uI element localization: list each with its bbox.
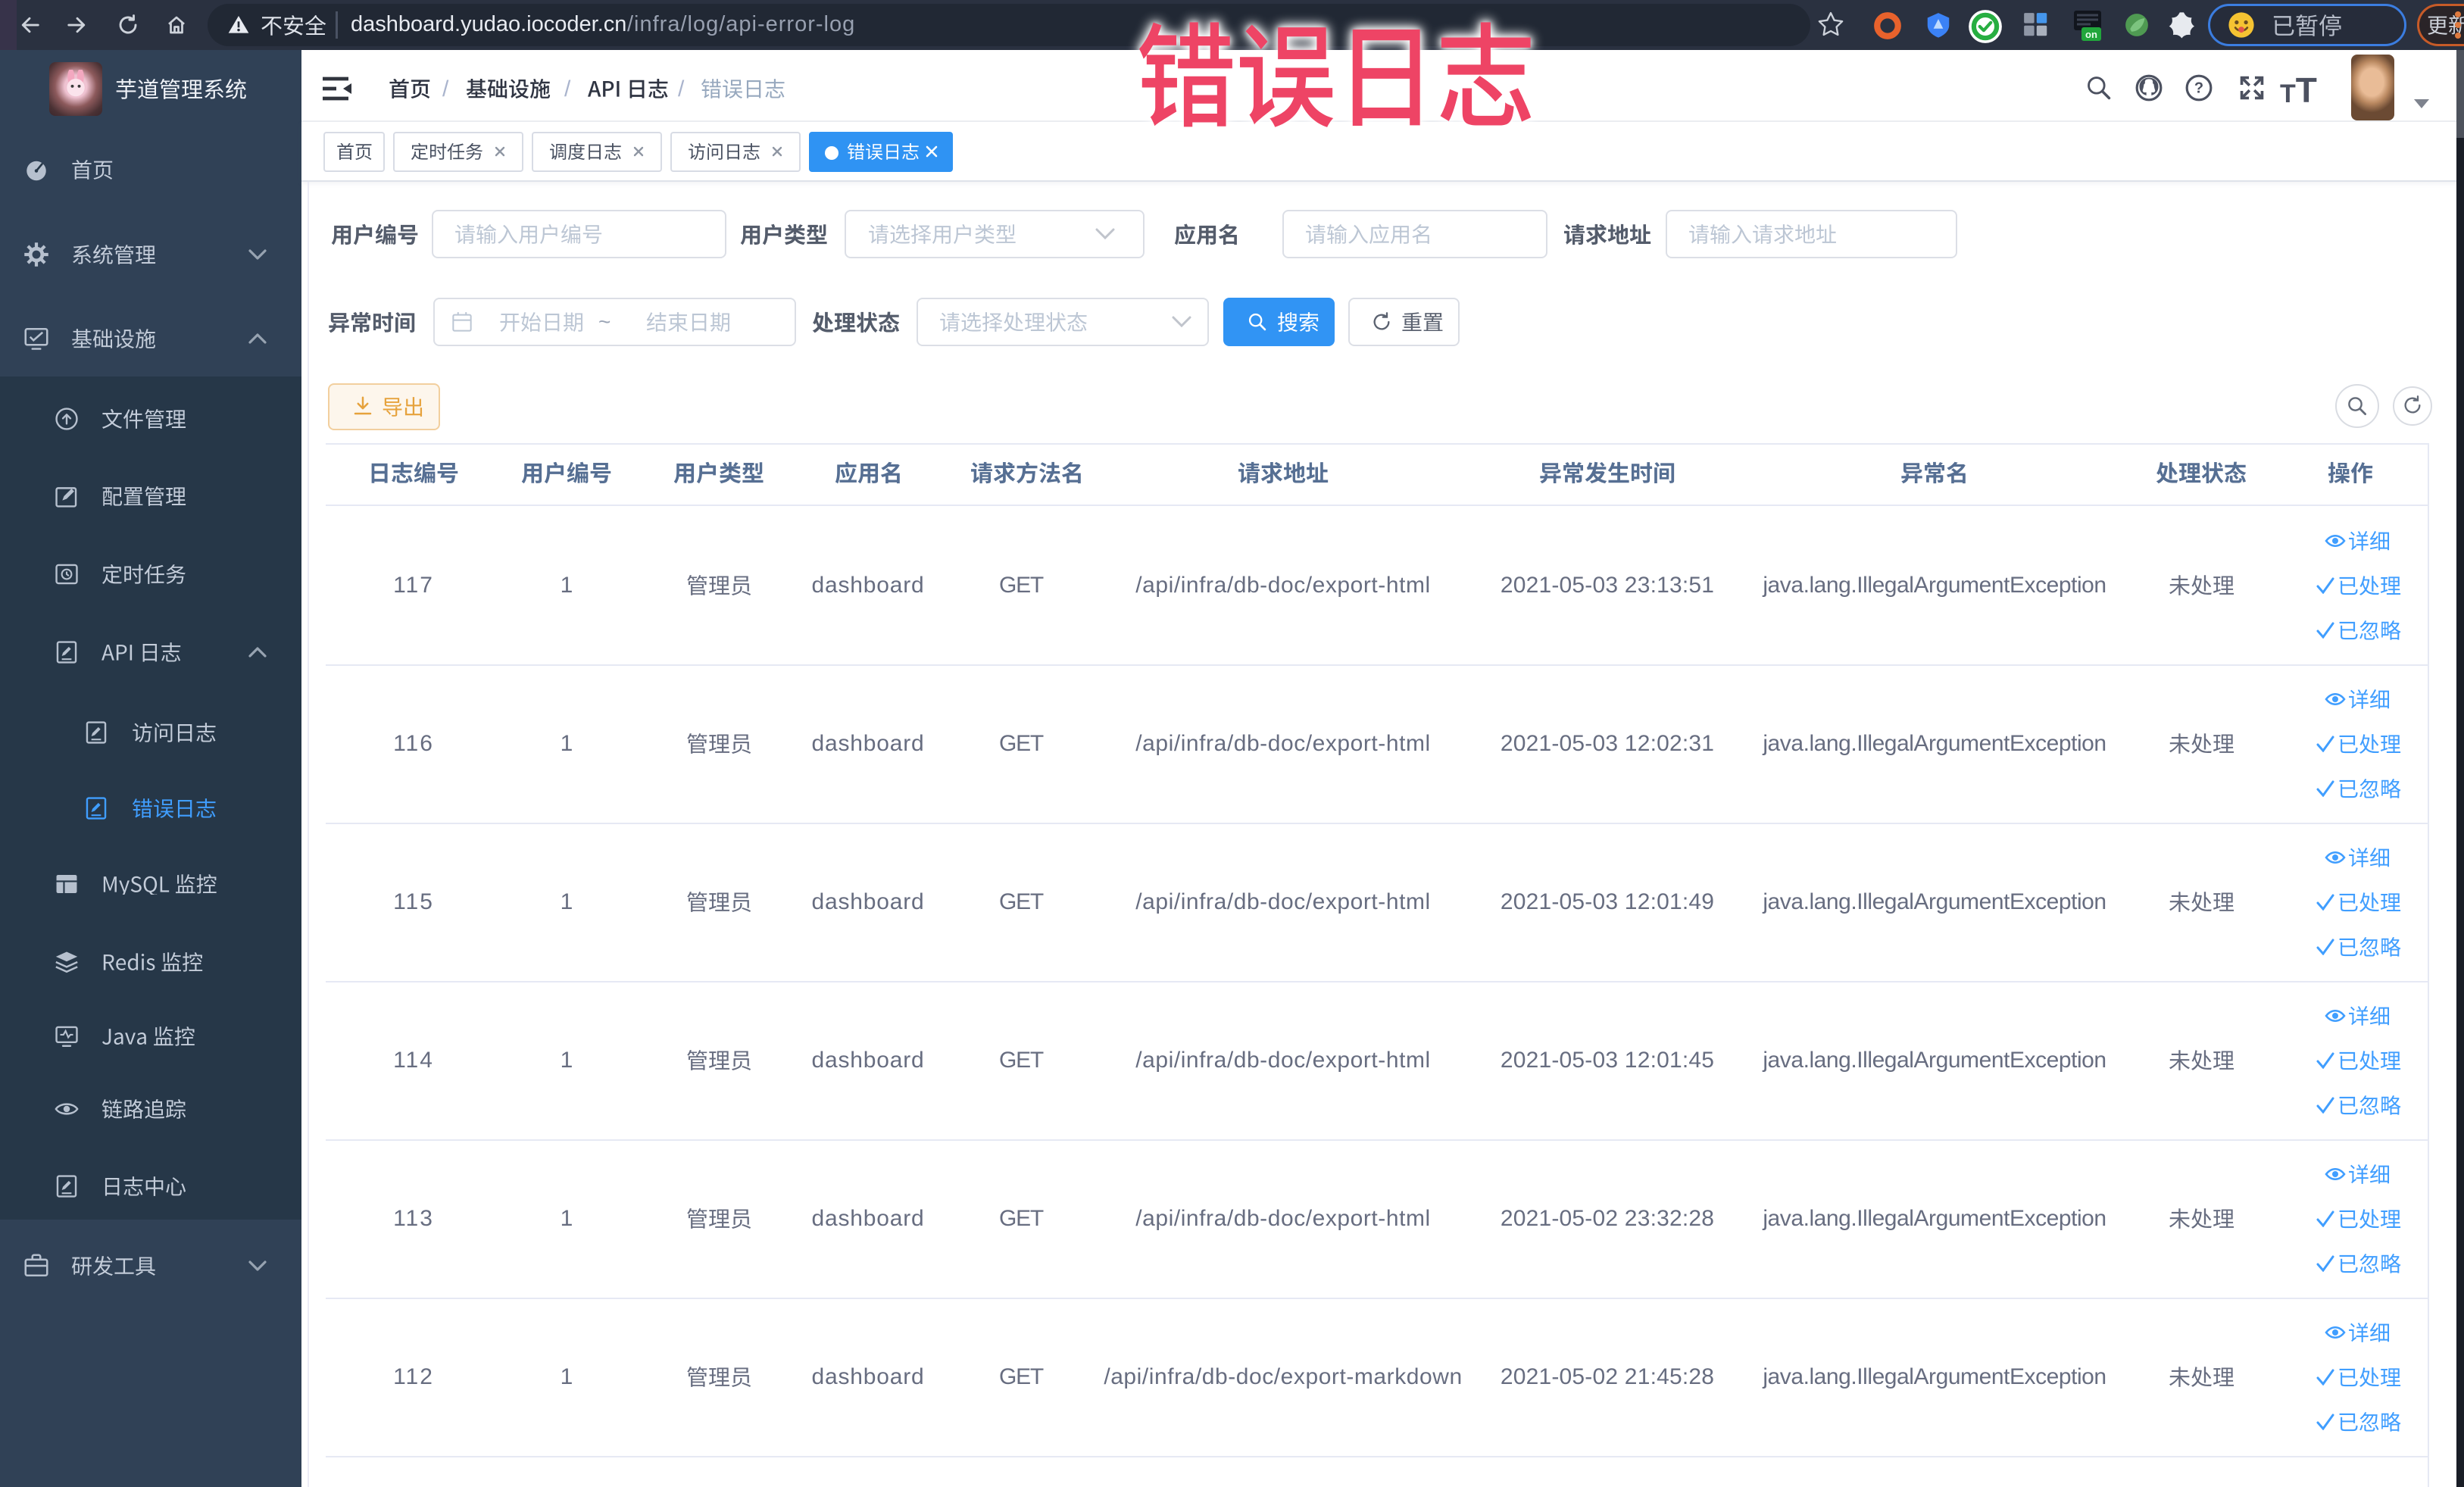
svg-text:on: on [2085,29,2097,40]
svg-text:?: ? [2194,80,2203,97]
